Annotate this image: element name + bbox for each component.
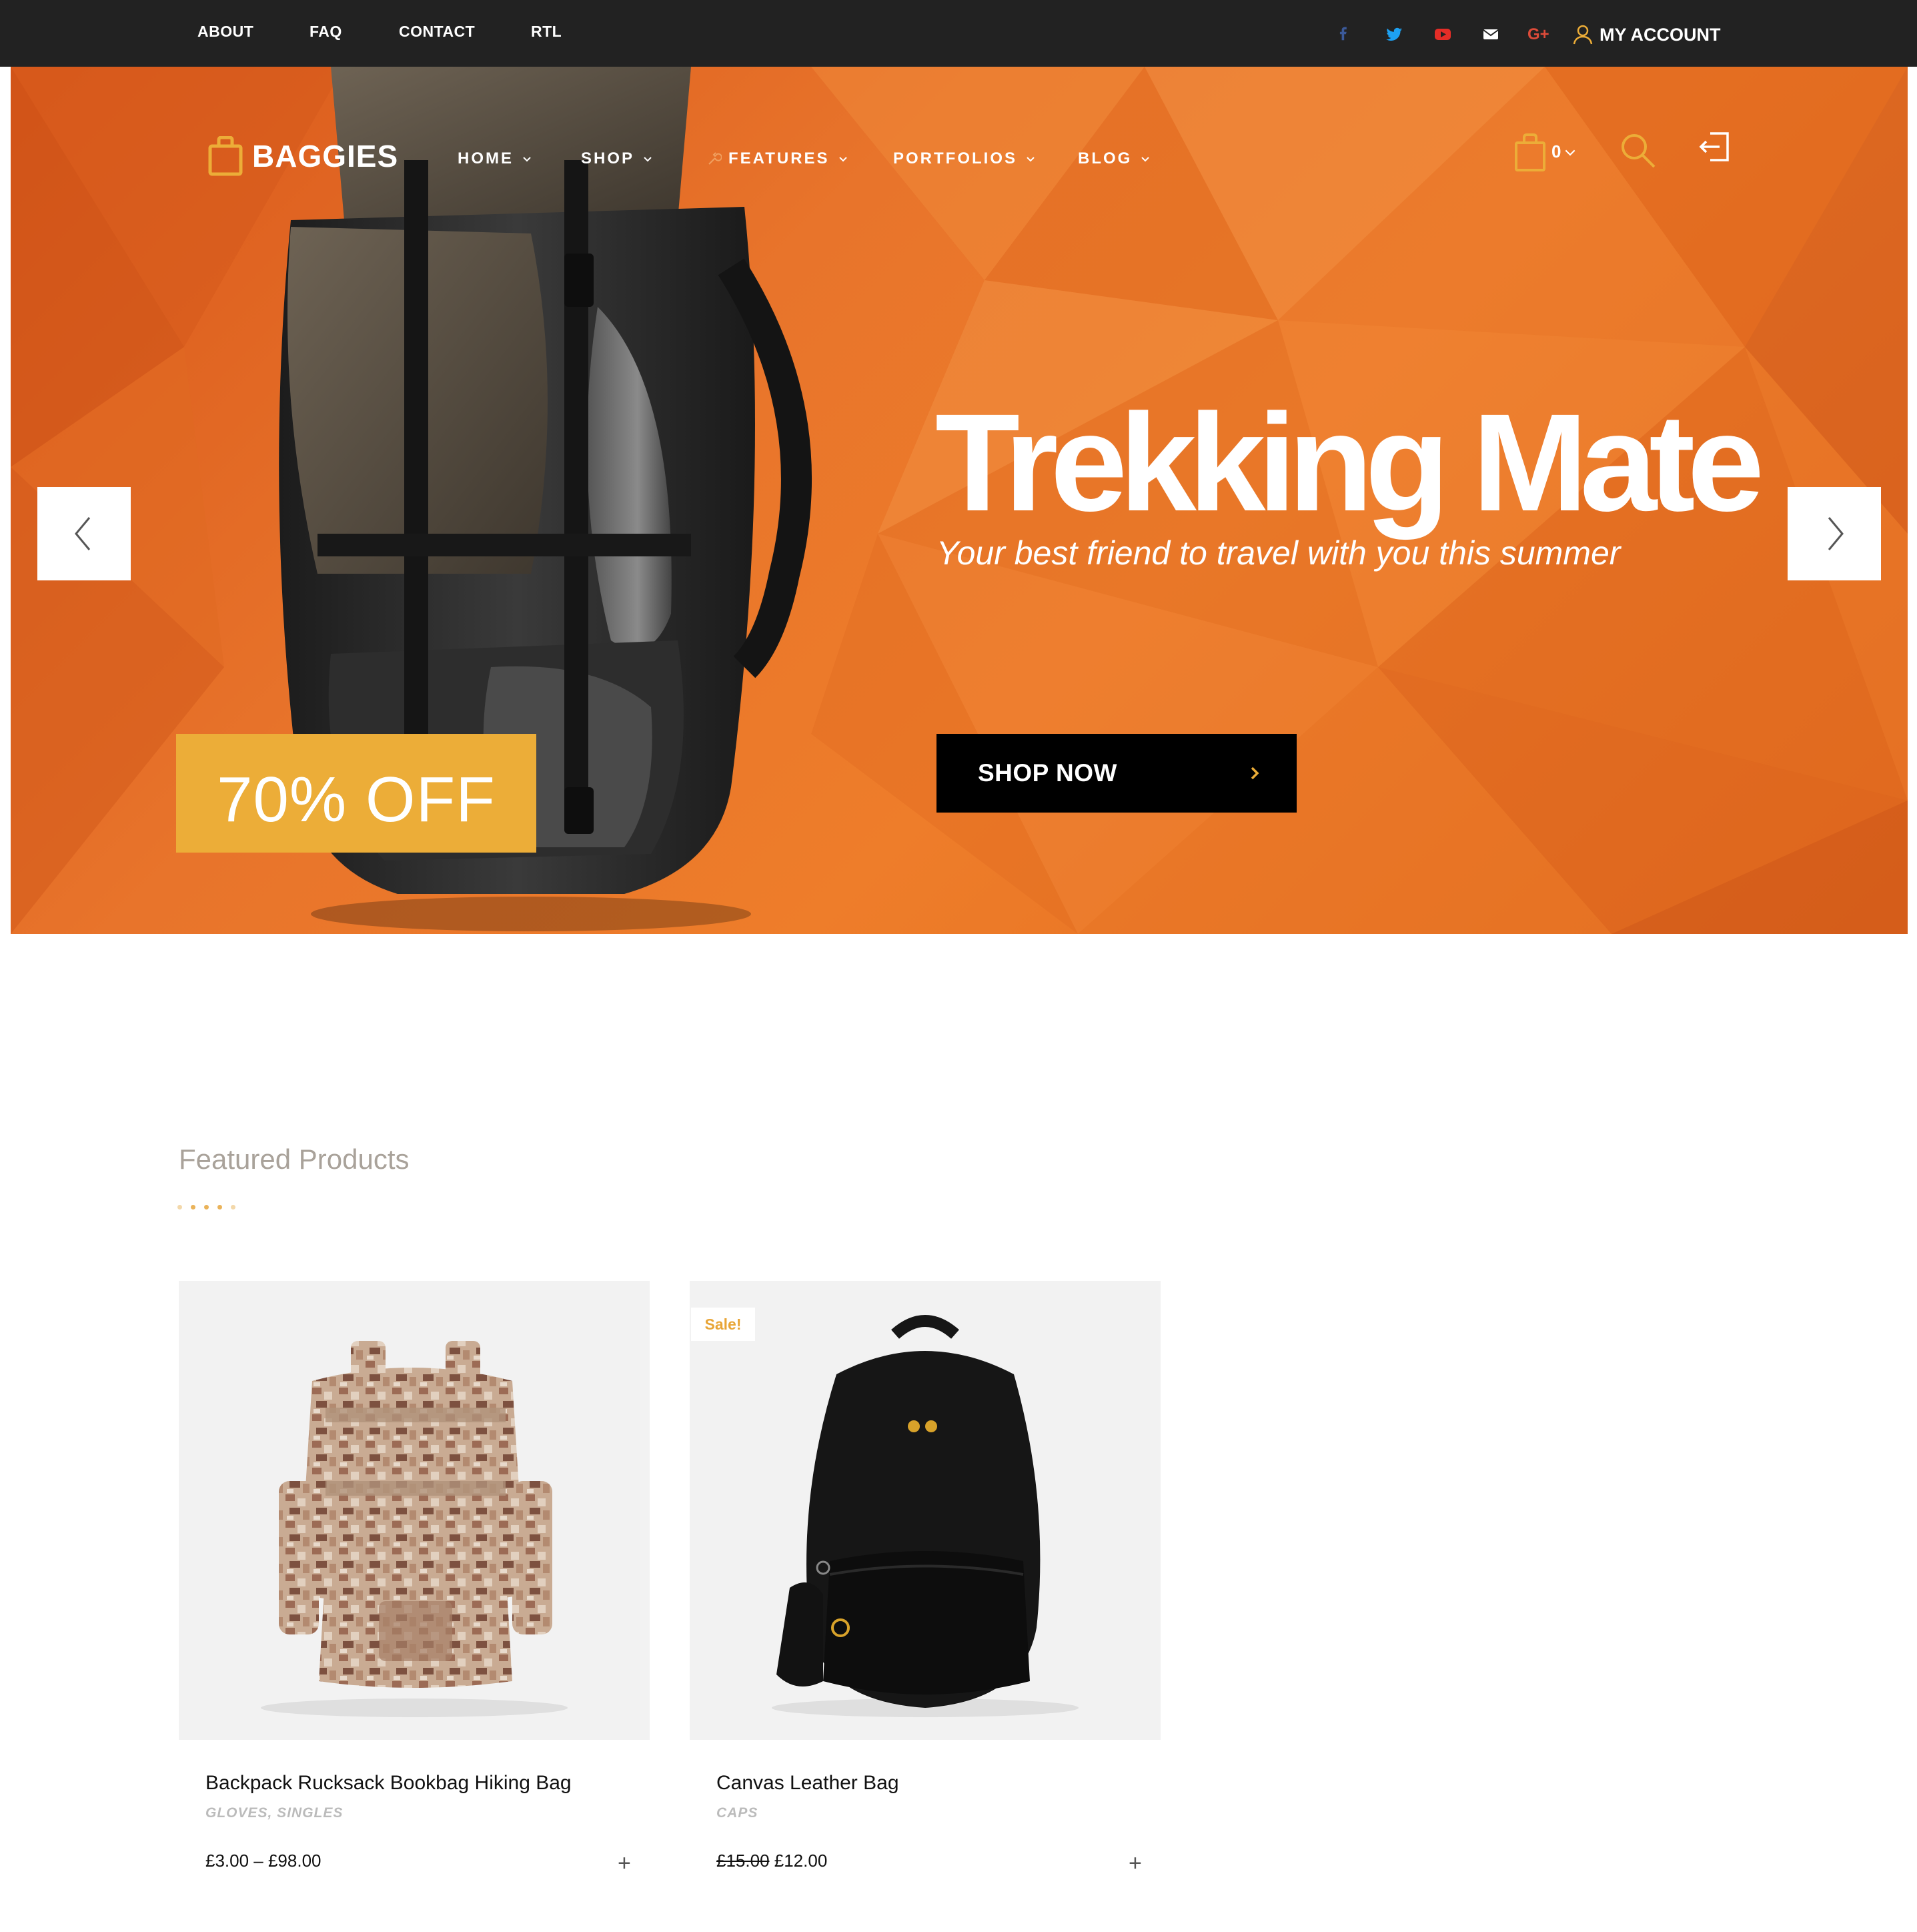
envelope-icon[interactable] [1481, 24, 1501, 44]
search-icon[interactable] [1620, 132, 1657, 169]
chevron-down-icon [1141, 157, 1150, 162]
separator-dot [204, 1205, 209, 1210]
chevron-right-icon [1251, 767, 1259, 780]
product-sale-price: £12.00 [774, 1851, 828, 1871]
nav-home[interactable]: HOME [458, 149, 531, 168]
nav-features-label: FEATURES [728, 149, 830, 167]
nav-shop[interactable]: SHOP [581, 149, 652, 168]
black-backpack-image [772, 1315, 1079, 1717]
top-link-about[interactable]: ABOUT [197, 23, 253, 41]
chevron-left-icon [75, 517, 91, 550]
product-price: £3.00 – £98.00 [205, 1851, 322, 1871]
featured-products-title: Featured Products [179, 1143, 410, 1175]
product-price: £15.00 £12.00 [716, 1851, 827, 1871]
chevron-down-icon [838, 157, 847, 162]
user-icon [1573, 25, 1593, 45]
add-to-cart-button[interactable]: + [618, 1851, 631, 1877]
separator-dot [191, 1205, 195, 1210]
product-name[interactable]: Backpack Rucksack Bookbag Hiking Bag [205, 1772, 572, 1795]
top-link-faq[interactable]: FAQ [309, 23, 342, 41]
slider-next-button[interactable] [1788, 487, 1881, 580]
discount-badge: 70% OFF [176, 734, 536, 853]
product-categories[interactable]: CAPS [716, 1805, 758, 1821]
add-to-cart-button[interactable]: + [1129, 1851, 1142, 1877]
nav-shop-label: SHOP [581, 149, 635, 167]
product-old-price: £15.00 [716, 1851, 770, 1871]
nav-portfolios[interactable]: PORTFOLIOS [893, 149, 1035, 168]
svg-text:G+: G+ [1527, 25, 1549, 43]
baggies-logo[interactable]: BAGGIES [208, 136, 398, 176]
chevron-down-icon [523, 157, 531, 162]
youtube-icon[interactable] [1433, 24, 1453, 44]
logo-text: BAGGIES [252, 139, 399, 173]
separator-dot [231, 1205, 235, 1210]
product-name[interactable]: Canvas Leather Bag [716, 1772, 899, 1795]
hero-title: Trekking Mate [935, 386, 1764, 540]
shopping-bag-logo-icon [208, 136, 243, 176]
separator-dot [177, 1205, 182, 1210]
hero-slider: BAGGIES HOME SHOP FEATURES PORTFOLIOS BL… [11, 67, 1908, 934]
shop-now-label: SHOP NOW [978, 759, 1117, 787]
discount-text: 70% OFF [217, 764, 496, 835]
facebook-icon[interactable] [1333, 24, 1353, 44]
product-image-link[interactable]: Sale! [690, 1281, 1161, 1740]
nav-blog-label: BLOG [1078, 149, 1133, 167]
nav-features[interactable]: FEATURES [707, 149, 847, 168]
separator-dot [217, 1205, 222, 1210]
chevron-down-icon [644, 157, 652, 162]
nav-portfolios-label: PORTFOLIOS [893, 149, 1017, 167]
my-account-link[interactable]: MY ACCOUNT [1571, 21, 1721, 48]
chevron-down-icon [1027, 157, 1035, 162]
hero-subtitle: Your best friend to travel with you this… [936, 534, 1621, 572]
nav-blog[interactable]: BLOG [1078, 149, 1150, 168]
wrench-icon [708, 152, 722, 165]
top-link-rtl[interactable]: RTL [531, 23, 562, 41]
cart-count-value: 0 [1551, 141, 1561, 161]
slider-prev-button[interactable] [37, 487, 131, 580]
product-categories[interactable]: GLOVES, SINGLES [205, 1805, 343, 1821]
chevron-right-icon [1828, 517, 1844, 550]
login-icon[interactable] [1698, 131, 1730, 163]
title-separator-dots [177, 1205, 235, 1210]
camo-backpack-image [261, 1341, 568, 1717]
top-link-contact[interactable]: CONTACT [399, 23, 475, 41]
top-bar: ABOUT FAQ CONTACT RTL G+ MY ACCOUNT [0, 0, 1917, 67]
twitter-icon[interactable] [1384, 24, 1404, 44]
sale-badge: Sale! [691, 1308, 755, 1341]
nav-home-label: HOME [458, 149, 514, 167]
google-plus-icon[interactable]: G+ [1527, 24, 1554, 44]
my-account-label: MY ACCOUNT [1600, 24, 1721, 45]
cart-icon[interactable] [1514, 133, 1546, 172]
chevron-down-icon [1565, 149, 1575, 156]
cart-count[interactable]: 0 [1551, 141, 1575, 162]
product-image-link[interactable] [179, 1281, 650, 1740]
shop-now-button[interactable]: SHOP NOW [936, 734, 1297, 813]
